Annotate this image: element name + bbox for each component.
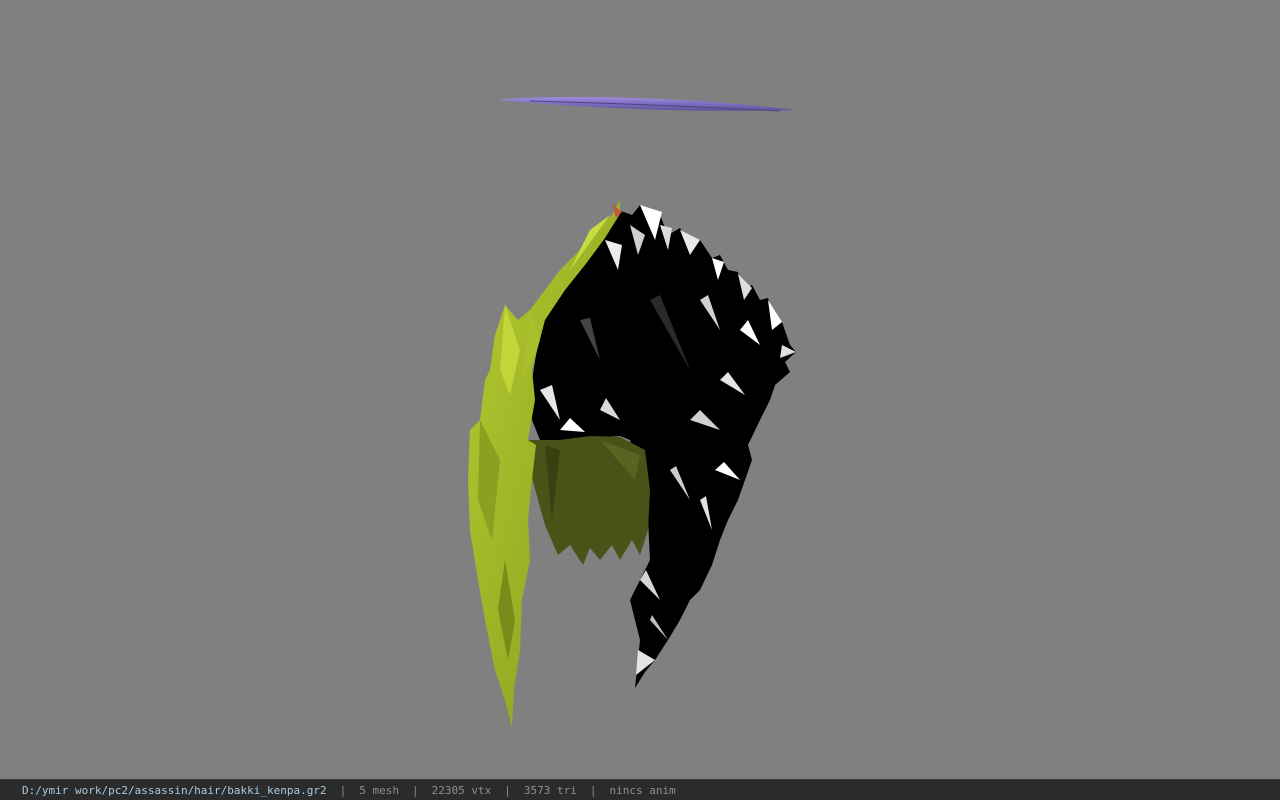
animation-status: nincs anim xyxy=(609,783,676,797)
status-separator: | xyxy=(339,783,347,797)
mesh-count: 5 mesh xyxy=(359,783,400,797)
status-separator: | xyxy=(504,783,511,797)
3d-viewport[interactable] xyxy=(0,0,1280,779)
status-separator: | xyxy=(412,783,419,797)
triangle-count: 3573 tri xyxy=(523,783,577,797)
model-render xyxy=(468,97,797,728)
file-path: D:/ymir work/pc2/assassin/hair/bakki_ken… xyxy=(22,783,327,797)
status-separator: | xyxy=(589,783,597,797)
status-bar: D:/ymir work/pc2/assassin/hair/bakki_ken… xyxy=(0,779,1280,800)
halo-ring-mesh xyxy=(500,97,797,112)
hair-inner-mesh xyxy=(525,436,650,565)
vertex-count: 22305 vtx xyxy=(431,783,492,797)
